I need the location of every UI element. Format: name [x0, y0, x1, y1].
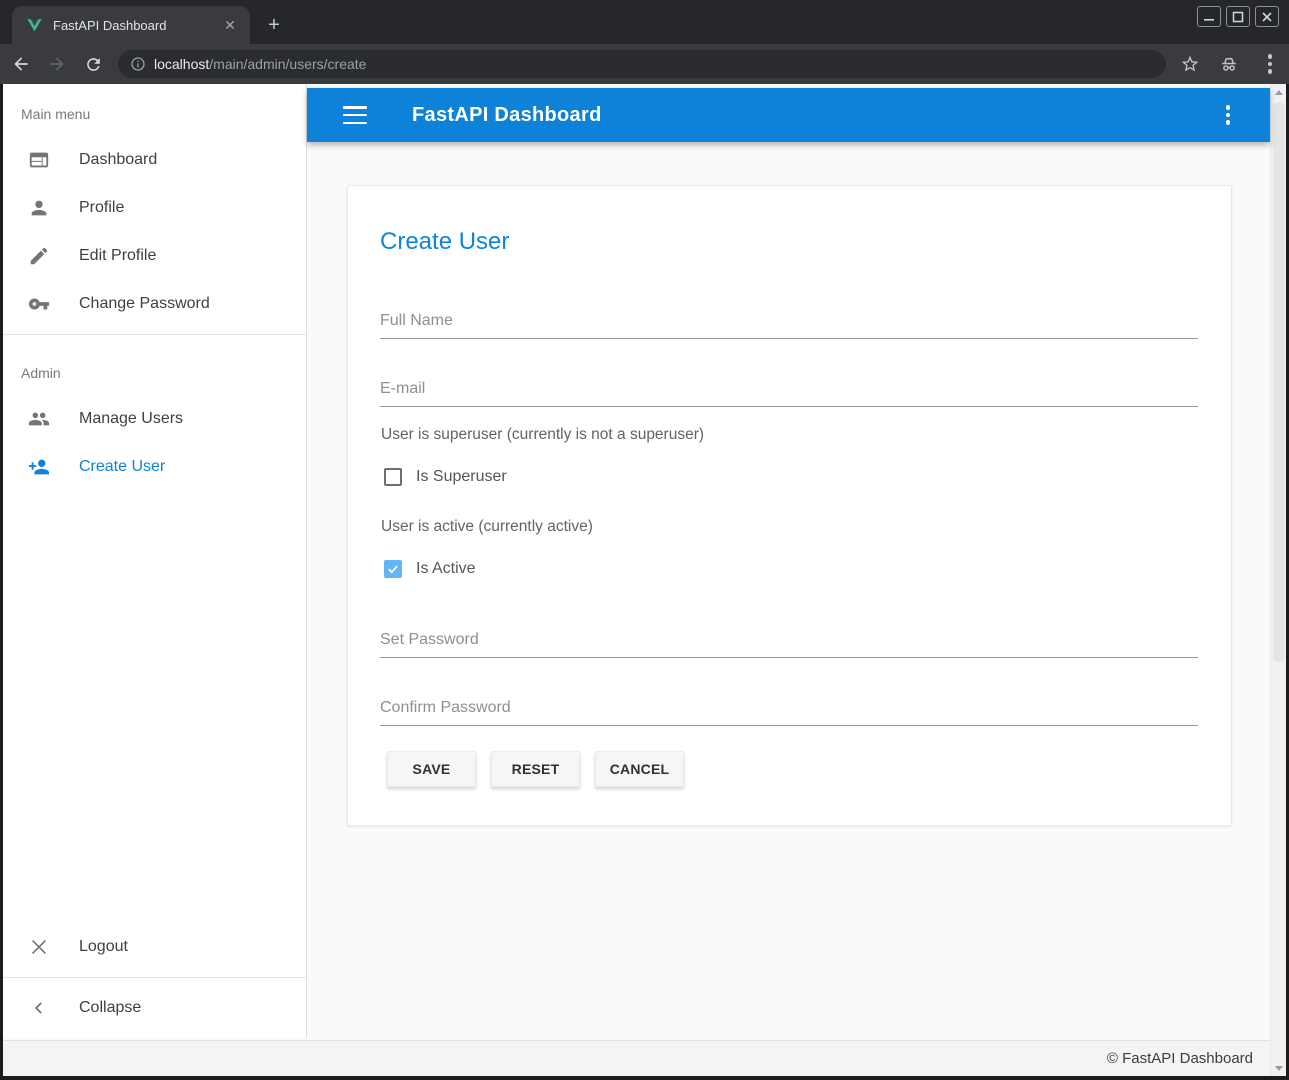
key-icon: [27, 292, 51, 316]
minimize-button[interactable]: [1197, 6, 1221, 27]
tab-title: FastAPI Dashboard: [53, 18, 220, 33]
url-text: localhost/main/admin/users/create: [154, 56, 366, 72]
save-button[interactable]: SAVE: [387, 751, 476, 787]
sidebar-item-label: Profile: [79, 199, 124, 217]
confirm-password-field[interactable]: [380, 691, 1198, 726]
sidebar-item-label: Create User: [79, 458, 165, 476]
is-superuser-checkbox[interactable]: Is Superuser: [384, 468, 507, 486]
page-info-icon[interactable]: [130, 56, 146, 72]
browser-titlebar: FastAPI Dashboard ✕ +: [0, 0, 1289, 44]
checkbox-label: Is Superuser: [416, 468, 507, 486]
window-controls: [1197, 6, 1279, 27]
active-hint: User is active (currently active): [381, 518, 593, 536]
checkbox-label: Is Active: [416, 560, 476, 578]
main-content: Create User User is superuser (currently…: [307, 142, 1270, 1040]
incognito-icon: [1218, 53, 1240, 75]
new-tab-button[interactable]: +: [262, 14, 286, 38]
scrollbar-up-arrow[interactable]: [1271, 84, 1287, 100]
reload-button[interactable]: [78, 49, 108, 79]
sidebar-item-create-user[interactable]: Create User: [3, 443, 306, 491]
sidebar-item-label: Logout: [79, 938, 128, 956]
app-title: FastAPI Dashboard: [412, 104, 602, 127]
app-menu-kebab-icon[interactable]: [1216, 103, 1240, 127]
browser-menu-kebab-icon[interactable]: [1258, 52, 1282, 76]
checkbox-unchecked-icon[interactable]: [384, 468, 402, 486]
hamburger-menu-icon[interactable]: [343, 106, 367, 124]
checkbox-checked-icon[interactable]: [384, 560, 402, 578]
sidebar-item-dashboard[interactable]: Dashboard: [3, 136, 306, 184]
sidebar-section-main-menu: Main menu: [3, 84, 306, 136]
tab-close-icon[interactable]: ✕: [220, 15, 240, 35]
sidebar-section-admin: Admin: [3, 341, 306, 395]
sidebar: Main menu Dashboard Profile Edit Profile: [3, 84, 307, 1038]
full-name-field[interactable]: [380, 304, 1198, 339]
app-bar: FastAPI Dashboard: [307, 88, 1270, 142]
page-title: Create User: [380, 228, 509, 256]
person-icon: [27, 196, 51, 220]
maximize-button[interactable]: [1226, 6, 1250, 27]
cancel-button[interactable]: CANCEL: [595, 751, 684, 787]
sidebar-bottom: Logout Collapse: [3, 923, 306, 1038]
browser-tab[interactable]: FastAPI Dashboard ✕: [12, 6, 250, 44]
scrollbar-thumb[interactable]: [1273, 102, 1285, 662]
superuser-hint: User is superuser (currently is not a su…: [381, 426, 704, 444]
page-footer: © FastAPI Dashboard: [3, 1040, 1270, 1076]
sidebar-item-collapse[interactable]: Collapse: [3, 984, 306, 1032]
vue-favicon-icon: [26, 17, 43, 34]
bookmark-star-icon[interactable]: [1180, 54, 1200, 74]
scrollbar-down-arrow[interactable]: [1271, 1060, 1287, 1076]
sidebar-item-edit-profile[interactable]: Edit Profile: [3, 232, 306, 280]
reset-button[interactable]: RESET: [491, 751, 580, 787]
pencil-icon: [27, 244, 51, 268]
chevron-left-icon: [27, 996, 51, 1020]
close-x-icon: [27, 935, 51, 959]
copyright-text: © FastAPI Dashboard: [1107, 1050, 1253, 1067]
page-viewport: Main menu Dashboard Profile Edit Profile: [3, 84, 1286, 1076]
sidebar-divider: [3, 977, 306, 978]
page-scrollbar[interactable]: [1270, 84, 1286, 1076]
form-actions: SAVE RESET CANCEL: [387, 751, 684, 787]
create-user-card: Create User User is superuser (currently…: [347, 185, 1232, 826]
toolbar-right: [1180, 52, 1282, 76]
set-password-field[interactable]: [380, 623, 1198, 658]
is-active-checkbox[interactable]: Is Active: [384, 560, 476, 578]
url-path: /main/admin/users/create: [209, 56, 366, 72]
address-bar[interactable]: localhost/main/admin/users/create: [118, 50, 1166, 78]
people-icon: [27, 407, 51, 431]
sidebar-item-label: Change Password: [79, 295, 210, 313]
sidebar-divider: [3, 334, 306, 335]
sidebar-item-logout[interactable]: Logout: [3, 923, 306, 971]
back-button[interactable]: [6, 49, 36, 79]
sidebar-spacer: [3, 491, 306, 923]
sidebar-item-label: Manage Users: [79, 410, 183, 428]
forward-button[interactable]: [42, 49, 72, 79]
sidebar-item-label: Collapse: [79, 999, 141, 1017]
sidebar-item-label: Dashboard: [79, 151, 157, 169]
url-host: localhost: [154, 56, 209, 72]
sidebar-item-change-password[interactable]: Change Password: [3, 280, 306, 328]
dashboard-icon: [27, 148, 51, 172]
sidebar-item-manage-users[interactable]: Manage Users: [3, 395, 306, 443]
email-field[interactable]: [380, 372, 1198, 407]
sidebar-item-label: Edit Profile: [79, 247, 156, 265]
person-add-icon: [27, 455, 51, 479]
close-window-button[interactable]: [1255, 6, 1279, 27]
browser-toolbar: localhost/main/admin/users/create: [0, 44, 1289, 84]
browser-window: FastAPI Dashboard ✕ +: [0, 0, 1289, 1080]
sidebar-item-profile[interactable]: Profile: [3, 184, 306, 232]
